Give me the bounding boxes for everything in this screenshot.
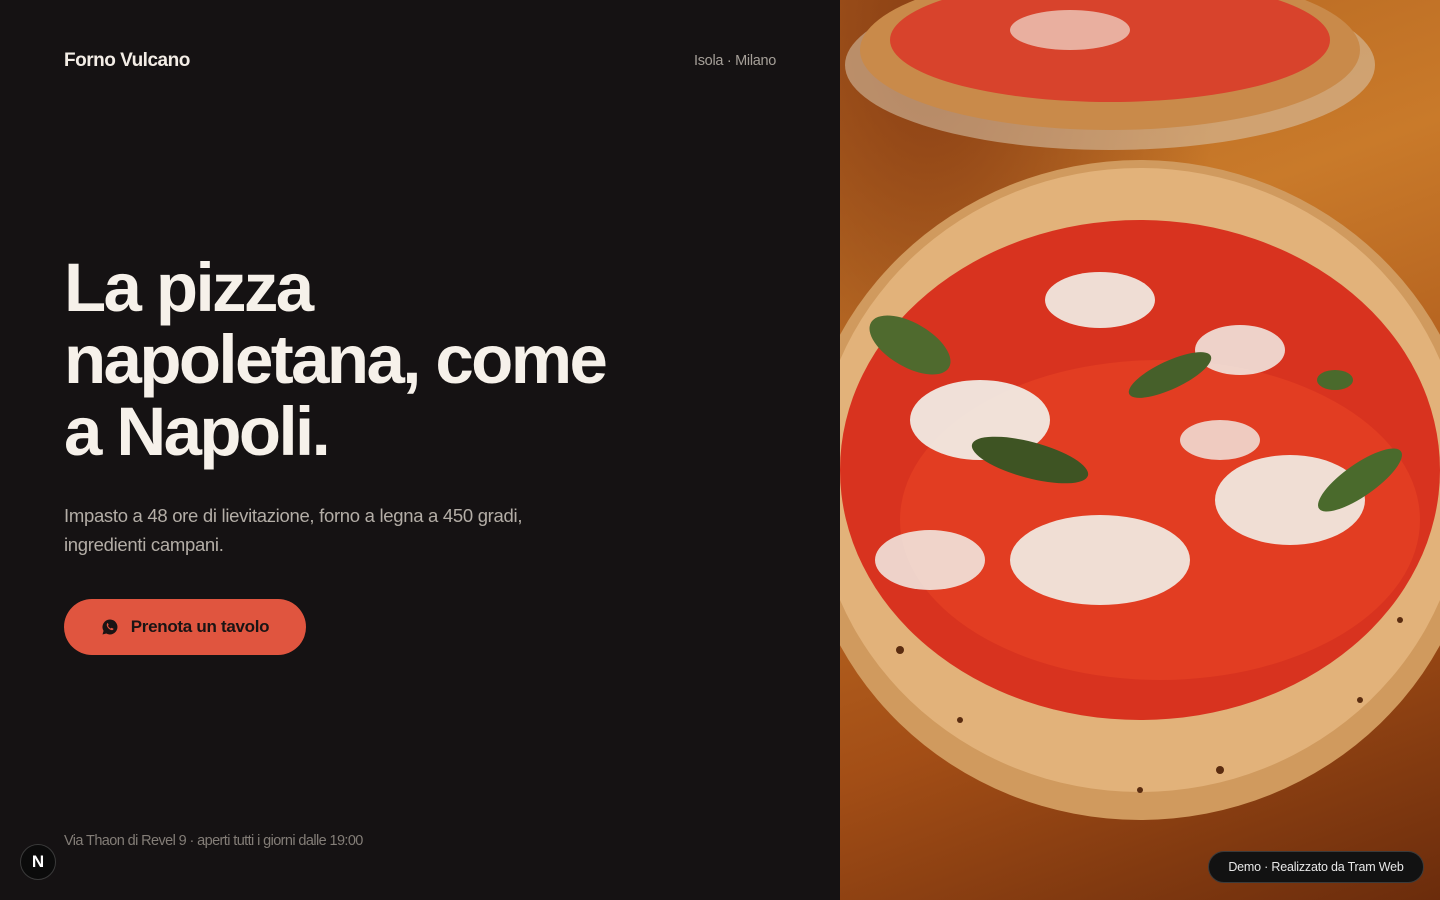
headline-line: napoletana, come	[64, 321, 608, 398]
n-badge-icon[interactable]: N	[20, 844, 56, 880]
whatsapp-icon	[101, 618, 119, 636]
address-hours: Via Thaon di Revel 9 · aperti tutti i gi…	[64, 833, 363, 849]
book-table-label: Prenota un tavolo	[130, 617, 270, 636]
pizza-illustration	[840, 0, 1440, 820]
location-label: Isola · Milano	[694, 53, 777, 69]
demo-credit-badge[interactable]: Demo · Realizzato da Tram Web	[1208, 851, 1424, 883]
hero-headline: La pizza napoletana, come a Napoli.	[64, 252, 744, 468]
headline-line: a Napoli.	[64, 393, 331, 470]
book-table-button[interactable]: Prenota un tavolo	[64, 599, 306, 655]
brand-logo[interactable]: Forno Vulcano	[64, 50, 190, 72]
pizza-photo	[840, 0, 1440, 900]
headline-line: La pizza	[64, 249, 314, 326]
hero-subtitle: Impasto a 48 ore di lievitazione, forno …	[64, 505, 523, 555]
hero-panel: Forno Vulcano Isola · Milano La pizza na…	[0, 0, 840, 900]
